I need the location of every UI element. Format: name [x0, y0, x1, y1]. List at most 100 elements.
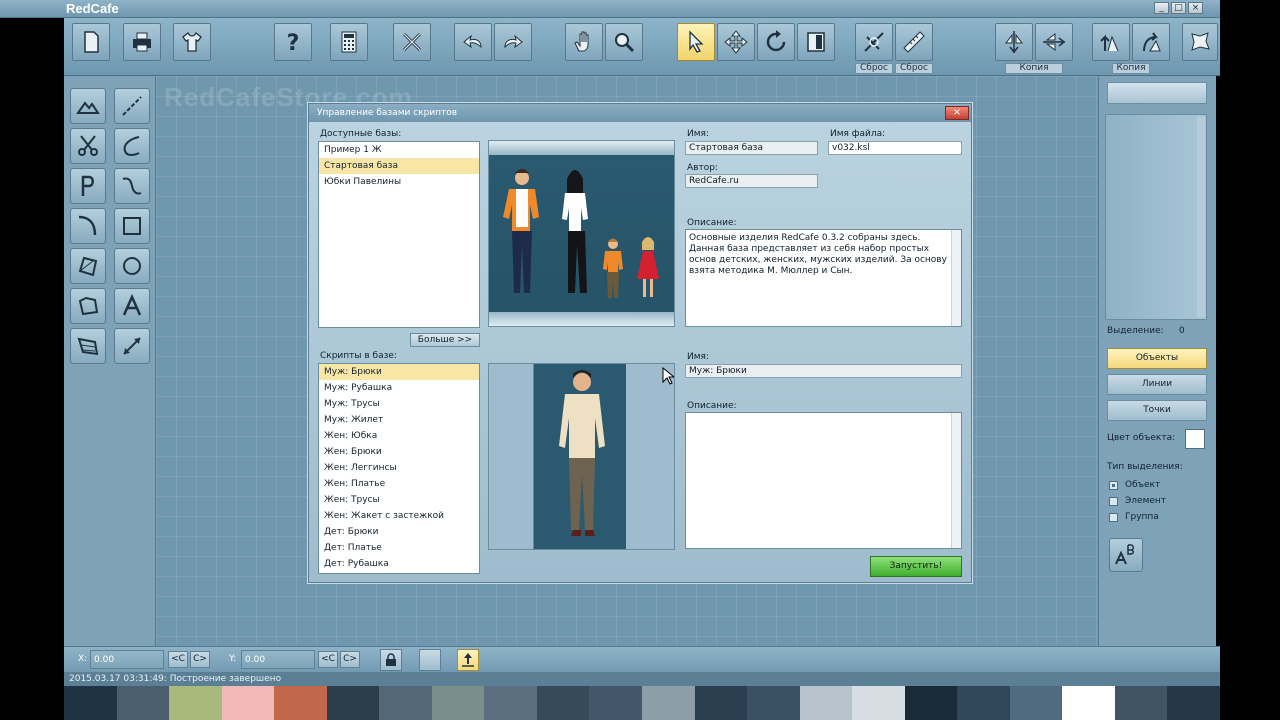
undo-button[interactable]	[454, 23, 492, 61]
tool-fold[interactable]	[70, 328, 106, 364]
palette-swatch[interactable]	[852, 686, 905, 720]
file-name-field[interactable]: v032.ksl	[828, 141, 962, 155]
print-button[interactable]	[123, 23, 161, 61]
script-list-item[interactable]: Жен: Жакет с застежкой	[319, 508, 479, 524]
palette-swatch[interactable]	[1114, 686, 1168, 720]
script-list-item[interactable]: Муж: Брюки	[319, 364, 479, 380]
tool-line[interactable]	[114, 88, 150, 124]
tool-arc[interactable]	[114, 128, 150, 164]
garment-button[interactable]	[173, 23, 211, 61]
script-list-item[interactable]: Жен: Трусы	[319, 492, 479, 508]
shape-button[interactable]	[1182, 23, 1218, 61]
palette-swatch[interactable]	[326, 686, 380, 720]
ruler-button[interactable]	[895, 23, 933, 61]
tool-mountain[interactable]	[70, 88, 106, 124]
zoom-button[interactable]	[605, 23, 643, 61]
selection-type-element-radio[interactable]	[1109, 497, 1118, 506]
base-list-item[interactable]: Юбки Павелины	[319, 174, 479, 190]
palette-swatch[interactable]	[484, 686, 537, 720]
x-prev-button[interactable]: <C	[168, 651, 188, 668]
y-next-button[interactable]: C>	[340, 651, 360, 668]
bases-list[interactable]: Пример 1 Ж Стартовая база Юбки Павелины	[318, 141, 480, 328]
objects-list[interactable]	[1105, 114, 1207, 320]
palette-swatch[interactable]	[589, 686, 643, 720]
palette-swatch[interactable]	[536, 686, 590, 720]
x-coordinate-field[interactable]: 0.00	[90, 650, 164, 669]
script-list-item[interactable]: Дет: Платье	[319, 540, 479, 556]
author-field[interactable]: RedCafe.ru	[685, 174, 818, 188]
script-description-scrollbar[interactable]	[951, 413, 961, 548]
selection-type-object-radio[interactable]	[1109, 481, 1118, 490]
script-name-field[interactable]: Муж: Брюки	[685, 364, 962, 378]
selection-type-group-radio[interactable]	[1109, 513, 1118, 522]
script-list-item[interactable]: Дет: Рубашка	[319, 556, 479, 572]
layer-field[interactable]	[1107, 82, 1207, 104]
palette-swatch[interactable]	[64, 686, 117, 720]
select-button[interactable]	[677, 23, 715, 61]
tool-scissors[interactable]	[70, 128, 106, 164]
x-next-button[interactable]: C>	[190, 651, 210, 668]
objects-list-scrollbar[interactable]	[1197, 117, 1205, 317]
reset-transform-button[interactable]	[855, 23, 893, 61]
script-list-item[interactable]: Муж: Рубашка	[319, 380, 479, 396]
calculator-button[interactable]	[330, 23, 368, 61]
move-button[interactable]	[717, 23, 755, 61]
y-prev-button[interactable]: <C	[318, 651, 338, 668]
minimize-button[interactable]: _	[1154, 2, 1169, 14]
palette-swatch[interactable]	[747, 686, 800, 720]
palette-swatch[interactable]	[904, 686, 958, 720]
tool-rectangle[interactable]	[114, 208, 150, 244]
palette-swatch[interactable]	[642, 686, 695, 720]
run-button[interactable]: Запустить!	[870, 556, 962, 577]
palette-swatch[interactable]	[431, 686, 485, 720]
base-description-textarea[interactable]: Основные изделия RedCafe 0.3.2 собраны з…	[685, 229, 962, 327]
dialog-close-button[interactable]: ×	[945, 106, 969, 120]
palette-swatch[interactable]	[1167, 686, 1221, 720]
palette-swatch[interactable]	[1009, 686, 1063, 720]
object-color-swatch[interactable]	[1185, 429, 1205, 449]
tool-p[interactable]	[70, 168, 106, 204]
script-list-item[interactable]: Муж: Трусы	[319, 396, 479, 412]
palette-swatch[interactable]	[379, 686, 432, 720]
y-coordinate-field[interactable]: 0.00	[241, 650, 315, 669]
palette-swatch[interactable]	[799, 686, 853, 720]
script-list-item[interactable]: Жен: Юбка	[319, 428, 479, 444]
palette-swatch[interactable]	[169, 686, 222, 720]
lock-button[interactable]	[380, 649, 402, 671]
tool-circle[interactable]	[114, 248, 150, 284]
objects-button[interactable]: Объекты	[1107, 348, 1207, 369]
copy-right-button[interactable]	[1132, 23, 1170, 61]
maximize-button[interactable]: □	[1171, 2, 1186, 14]
script-list-item[interactable]: Муж: Жилет	[319, 412, 479, 428]
tool-measure[interactable]	[114, 328, 150, 364]
snap-button[interactable]	[457, 649, 479, 671]
rotate-button[interactable]	[757, 23, 795, 61]
tool-polygon[interactable]	[70, 248, 106, 284]
palette-swatch[interactable]	[694, 686, 748, 720]
mirror-horizontal-button[interactable]	[1035, 23, 1073, 61]
script-list-item[interactable]: Жен: Леггинсы	[319, 460, 479, 476]
delete-button[interactable]	[393, 23, 431, 61]
more-button[interactable]: Больше >>	[410, 333, 480, 347]
redo-button[interactable]	[494, 23, 532, 61]
tool-shape[interactable]	[70, 288, 106, 324]
script-description-textarea[interactable]	[685, 412, 962, 549]
help-button[interactable]: ?	[274, 23, 312, 61]
frame-button[interactable]	[797, 23, 835, 61]
palette-swatch[interactable]	[957, 686, 1010, 720]
blank-tool-button[interactable]	[419, 649, 441, 671]
script-list-item[interactable]: Жен: Платье	[319, 476, 479, 492]
palette-swatch[interactable]	[274, 686, 327, 720]
file-button[interactable]	[72, 23, 110, 61]
copy-left-button[interactable]	[1092, 23, 1130, 61]
palette-swatch[interactable]	[221, 686, 275, 720]
base-name-field[interactable]: Стартовая база	[685, 141, 818, 155]
base-description-scrollbar[interactable]	[951, 230, 961, 326]
tool-bend[interactable]	[70, 208, 106, 244]
palette-swatch[interactable]	[116, 686, 170, 720]
tool-curve[interactable]	[114, 168, 150, 204]
script-list-item[interactable]: Жен: Брюки	[319, 444, 479, 460]
script-list-item[interactable]: Дет: Брюки	[319, 524, 479, 540]
base-list-item[interactable]: Стартовая база	[319, 158, 479, 174]
pan-button[interactable]	[565, 23, 603, 61]
